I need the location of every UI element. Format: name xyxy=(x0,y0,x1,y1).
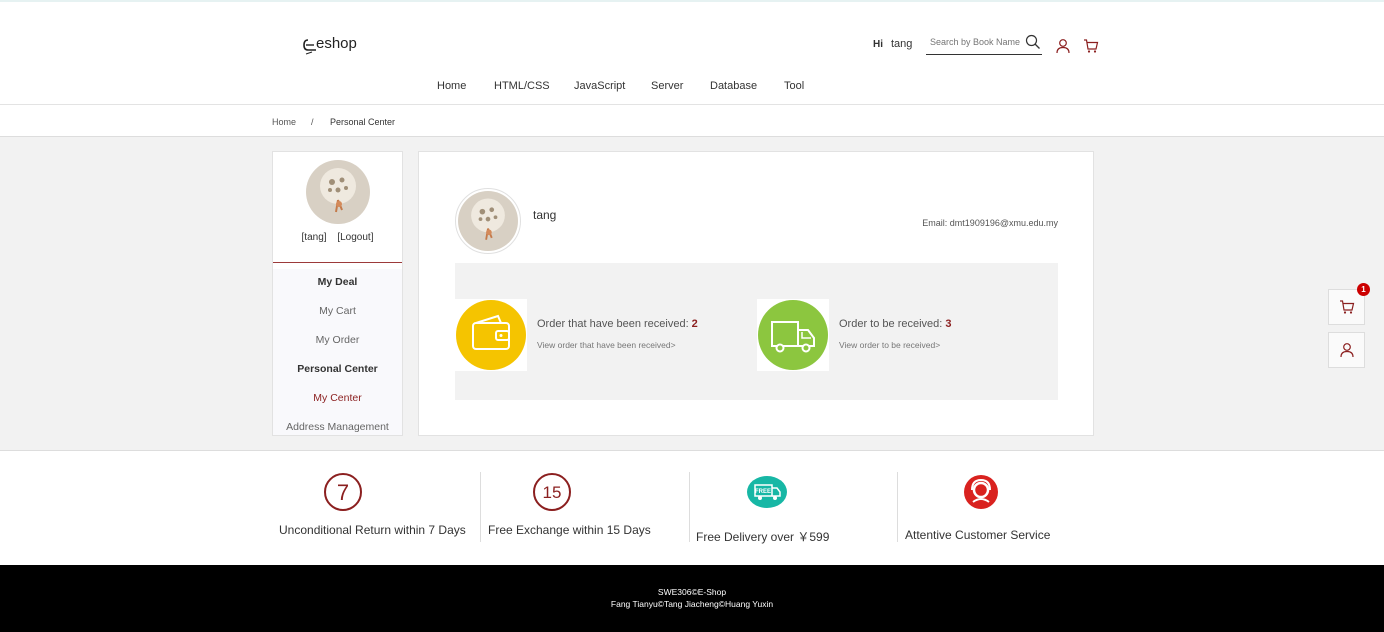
floating-user-icon xyxy=(1340,343,1354,358)
sidebar-avatar xyxy=(306,160,370,224)
fifteen-days-icon: 15 xyxy=(533,473,571,511)
breadcrumb-separator: / xyxy=(311,117,314,127)
greeting-username: tang xyxy=(891,38,913,50)
stat-received-text: Order that have been received: xyxy=(537,318,689,330)
service-exchange: 15 Free Exchange within 15 Days xyxy=(481,472,689,542)
footer-copyright: SWE306©E-Shop xyxy=(657,587,727,597)
customer-service-icon xyxy=(964,475,998,509)
free-delivery-icon: FREE xyxy=(747,476,787,508)
service-promises: 7 Unconditional Return within 7 Days 15 … xyxy=(0,452,1384,565)
greeting-label: Hi xyxy=(873,39,883,50)
service-delivery: FREE Free Delivery over ￥599 xyxy=(690,472,897,544)
main-nav: Home HTML/CSS JavaScript Server Database… xyxy=(0,80,1384,96)
order-stats: Order that have been received: 2 View ord… xyxy=(455,263,1058,400)
profile-avatar-image xyxy=(458,191,518,251)
user-icon[interactable] xyxy=(1055,38,1071,54)
service-support-text: Attentive Customer Service xyxy=(905,528,1051,542)
nav-server[interactable]: Server xyxy=(651,80,683,92)
service-return-text: Unconditional Return within 7 Days xyxy=(279,523,466,537)
seven-days-icon: 7 xyxy=(324,473,362,511)
stat-to-be-received: Order to be received: 3 View order to be … xyxy=(757,299,1057,371)
seven-days-badge-text: 7 xyxy=(337,480,349,505)
free-badge-text: FREE xyxy=(755,489,771,495)
sidebar-heading-my-deal: My Deal xyxy=(317,276,358,288)
nav-database[interactable]: Database xyxy=(710,80,757,92)
sidebar-username-link[interactable]: [tang] xyxy=(302,232,327,243)
service-return: 7 Unconditional Return within 7 Days xyxy=(274,472,480,542)
personal-center-panel: tang Email: dmt1909196@xmu.edu.my Order … xyxy=(418,151,1094,436)
search-icon[interactable] xyxy=(1025,34,1041,50)
floating-user-button[interactable] xyxy=(1328,332,1365,368)
view-received-orders-link[interactable]: View order that have been received> xyxy=(537,340,676,350)
sidebar-item-my-center[interactable]: My Center xyxy=(273,392,402,404)
nav-html-css[interactable]: HTML/CSS xyxy=(494,80,550,92)
profile-username: tang xyxy=(533,208,557,222)
footer-authors: Fang Tianyu©Tang Jiacheng©Huang Yuxin xyxy=(610,599,774,609)
user-greeting: Hi tang xyxy=(873,38,912,50)
eshop-logo[interactable]: eshop xyxy=(302,32,376,58)
service-support: Attentive Customer Service xyxy=(898,472,1108,542)
stat-received-label: Order that have been received: 2 xyxy=(537,318,698,330)
sidebar-user-links: [tang] [Logout] xyxy=(273,232,402,243)
avatar-image xyxy=(306,160,370,224)
sidebar-menu: My Deal My Cart My Order Personal Center… xyxy=(273,269,402,435)
cart-icon[interactable] xyxy=(1083,38,1099,54)
view-to-be-received-orders-link[interactable]: View order to be received> xyxy=(839,340,940,350)
stat-to-be-received-label: Order to be received: 3 xyxy=(839,318,951,330)
content-area: [tang] [Logout] My Deal My Cart My Order… xyxy=(0,137,1384,451)
service-delivery-text: Free Delivery over ￥599 xyxy=(696,530,830,544)
logo-text: eshop xyxy=(316,35,357,52)
nav-tool[interactable]: Tool xyxy=(784,80,804,92)
stat-to-be-received-text: Order to be received: xyxy=(839,318,943,330)
wallet-icon-tile xyxy=(455,299,527,371)
wallet-icon xyxy=(456,300,526,370)
profile-email: Email: dmt1909196@xmu.edu.my xyxy=(922,218,1058,228)
breadcrumb-current: Personal Center xyxy=(330,117,396,127)
site-footer: SWE306©E-Shop Fang Tianyu©Tang Jiacheng©… xyxy=(0,565,1384,632)
breadcrumb-home[interactable]: Home xyxy=(272,117,296,127)
floating-cart-icon xyxy=(1340,300,1355,314)
breadcrumb: Home / Personal Center xyxy=(0,106,1384,137)
service-exchange-text: Free Exchange within 15 Days xyxy=(488,523,651,537)
nav-home[interactable]: Home xyxy=(437,80,466,92)
nav-javascript[interactable]: JavaScript xyxy=(574,80,625,92)
search-box xyxy=(926,32,1042,55)
logout-link[interactable]: [Logout] xyxy=(337,232,373,243)
truck-icon xyxy=(758,300,828,370)
profile-avatar xyxy=(455,188,521,254)
sidebar: [tang] [Logout] My Deal My Cart My Order… xyxy=(272,151,403,436)
cart-count-badge: 1 xyxy=(1357,283,1370,296)
sidebar-item-my-cart[interactable]: My Cart xyxy=(273,305,402,317)
site-header: eshop Hitang Home HTML/CSS JavaScript Se… xyxy=(0,2,1384,105)
sidebar-item-my-order[interactable]: My Order xyxy=(273,334,402,346)
truck-icon-tile xyxy=(757,299,829,371)
stat-to-be-received-count: 3 xyxy=(945,318,952,330)
sidebar-item-address-management[interactable]: Address Management xyxy=(273,421,402,433)
fifteen-days-badge-text: 15 xyxy=(543,483,562,502)
sidebar-divider xyxy=(273,262,402,263)
search-input[interactable] xyxy=(930,34,1024,50)
sidebar-heading-personal-center: Personal Center xyxy=(297,363,378,375)
stat-received-count: 2 xyxy=(691,318,698,330)
stat-received: Order that have been received: 2 View ord… xyxy=(455,299,755,371)
